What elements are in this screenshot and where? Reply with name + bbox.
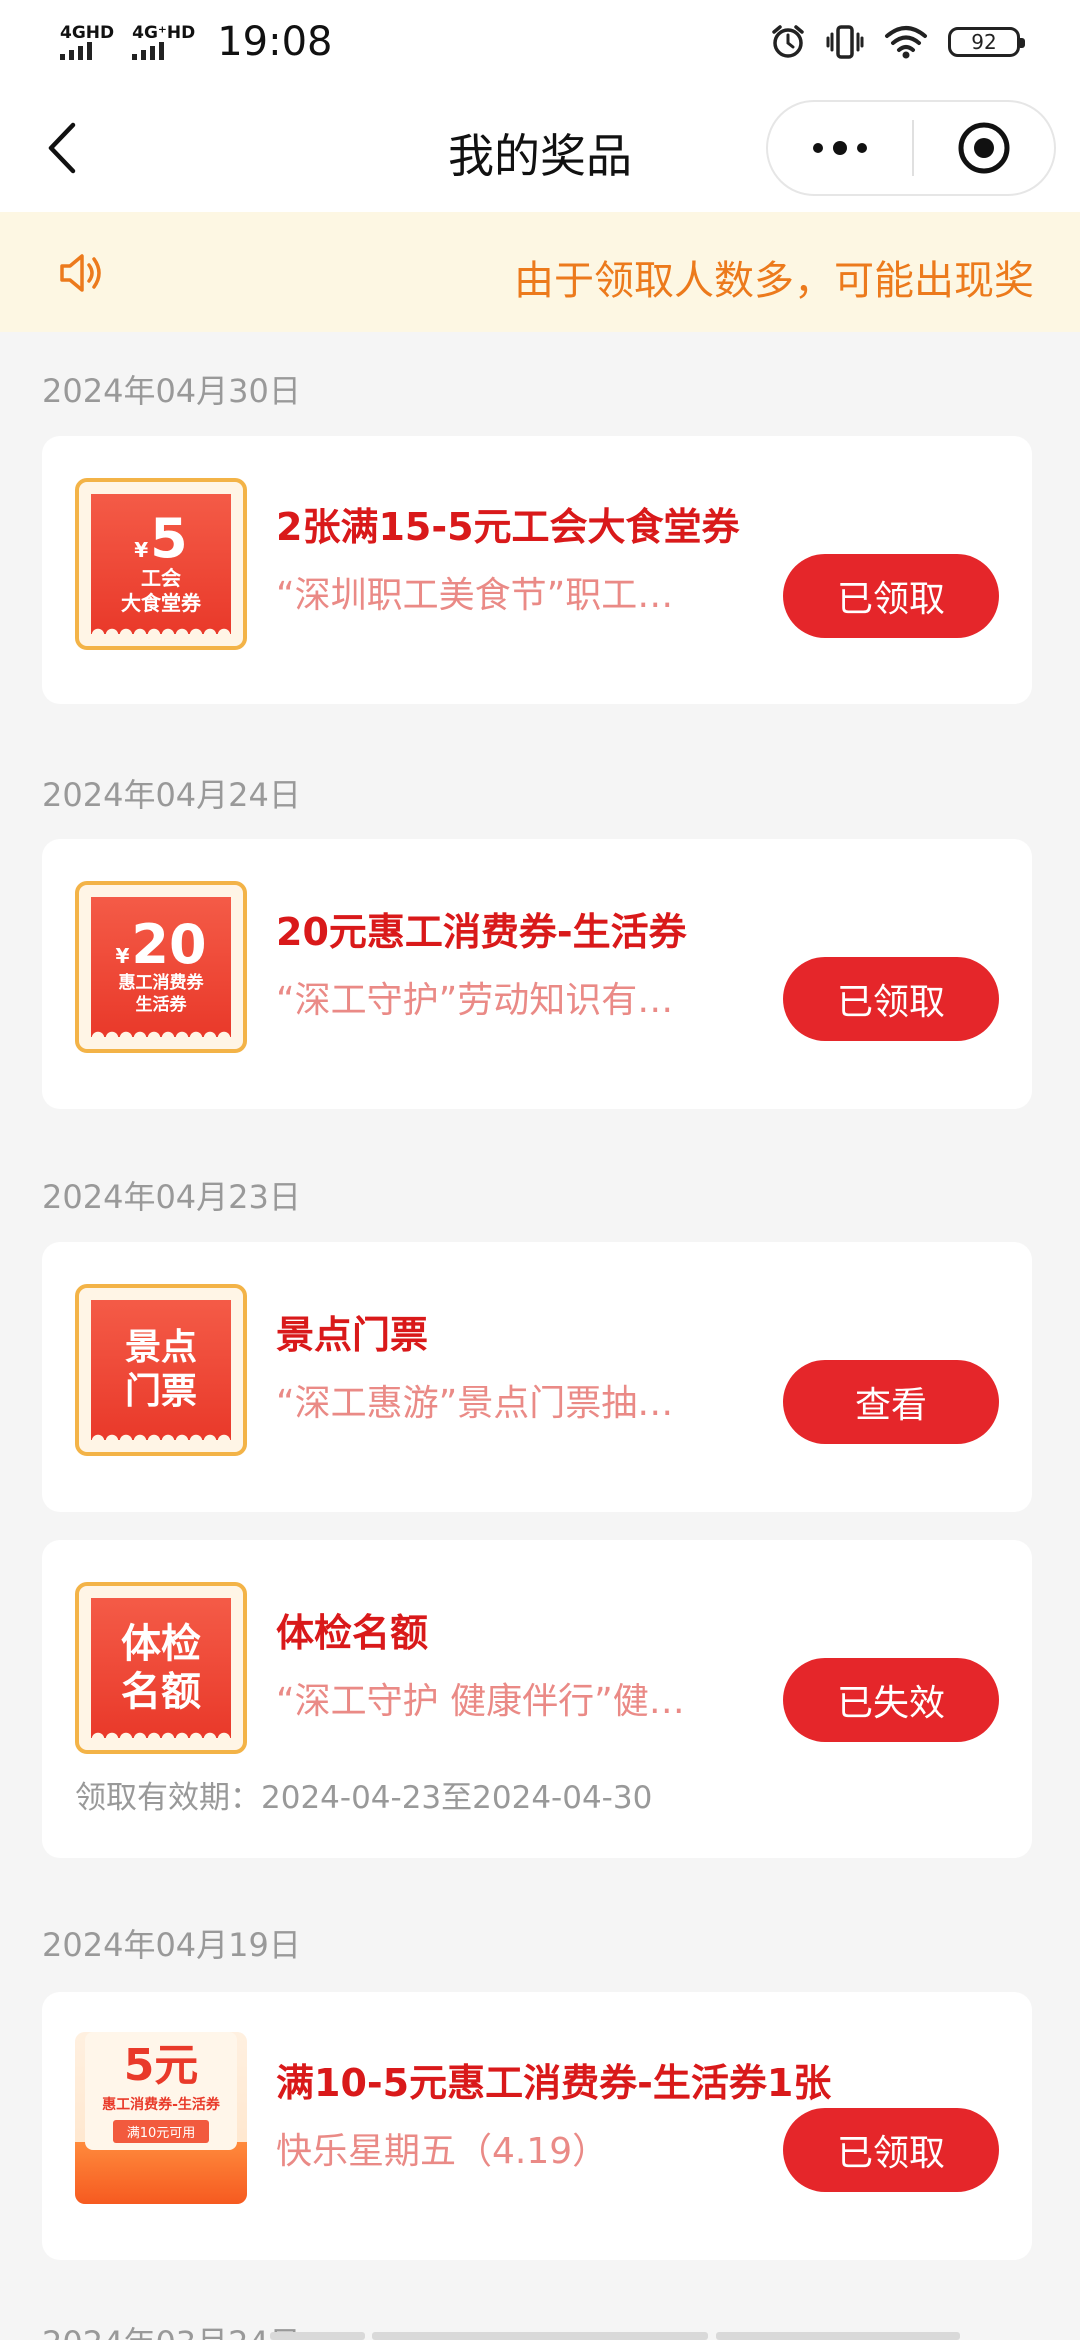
- date-label: 2024年04月19日: [42, 1926, 301, 1964]
- date-label: 2024年04月30日: [42, 372, 301, 410]
- date-label: 2024年04月24日: [42, 776, 301, 814]
- status-bar: 4GHD 4G⁺HD 19:08 92: [0, 0, 1080, 84]
- prize-card[interactable]: 景点 门票 景点门票 “深工惠游”景点门票抽… 查看: [42, 1242, 1032, 1512]
- notice-bar: 由于领取人数多，可能出现奖: [0, 212, 1080, 332]
- status-left: 4GHD 4G⁺HD 19:08: [60, 19, 333, 65]
- prize-description: 快乐星期五（4.19）: [276, 2131, 609, 2172]
- network-indicator-2: 4G⁺HD: [132, 24, 195, 60]
- coupon-base: [75, 2142, 247, 2204]
- prize-card[interactable]: ¥20 惠工消费券 生活券 20元惠工消费券-生活券 “深工守护”劳动知识有… …: [42, 839, 1032, 1109]
- vibrate-icon: [826, 25, 864, 59]
- mini-program-capsule: [766, 100, 1056, 196]
- coupon-ticket: ¥5 工会 大食堂券: [91, 494, 231, 635]
- target-close-icon: [958, 122, 1010, 174]
- ticket-badge: 景点 门票: [91, 1300, 231, 1441]
- tab-strip-segment: [270, 2332, 365, 2340]
- claimed-button[interactable]: 已领取: [783, 2108, 999, 2192]
- prize-title: 景点门票: [276, 1313, 429, 1357]
- prize-thumbnail: 体检 名额: [75, 1582, 247, 1754]
- battery-level: 92: [971, 30, 997, 54]
- date-label: 2024年04月23日: [42, 1178, 301, 1216]
- battery-icon: 92: [948, 27, 1025, 57]
- speaker-icon: [60, 254, 101, 292]
- prize-thumbnail: 景点 门票: [75, 1284, 247, 1456]
- coupon-ticket: ¥20 惠工消费券 生活券: [91, 897, 231, 1038]
- expired-button[interactable]: 已失效: [783, 1658, 999, 1742]
- prize-card[interactable]: ¥5 工会 大食堂券 2张满15-5元工会大食堂券 “深圳职工美食节”职工… 已…: [42, 436, 1032, 704]
- network-label: 4G⁺HD: [132, 23, 196, 43]
- more-dot-icon: [833, 141, 847, 155]
- view-button[interactable]: 查看: [783, 1360, 999, 1444]
- prize-thumbnail: 5元 惠工消费券-生活券 满10元可用: [75, 2032, 247, 2204]
- prize-thumbnail: ¥20 惠工消费券 生活券: [75, 881, 247, 1053]
- prize-thumbnail: ¥5 工会 大食堂券: [75, 478, 247, 650]
- prize-title: 20元惠工消费券-生活券: [276, 910, 687, 954]
- date-label-partial: 2024年03月24日: [42, 2318, 301, 2340]
- ticket-badge: 体检 名额: [91, 1598, 231, 1739]
- tab-strip-segment: [372, 2332, 708, 2340]
- notice-text: 由于领取人数多，可能出现奖: [514, 258, 1034, 304]
- prize-title: 2张满15-5元工会大食堂券: [276, 505, 740, 549]
- prize-title: 体检名额: [276, 1611, 429, 1655]
- claimed-button[interactable]: 已领取: [783, 554, 999, 638]
- network-label: 4GHD: [60, 23, 115, 43]
- coupon-image: 5元 惠工消费券-生活券 满10元可用: [75, 2032, 247, 2204]
- prize-title: 满10-5元惠工消费券-生活券1张: [276, 2061, 832, 2105]
- coupon-paper: 5元 惠工消费券-生活券 满10元可用: [85, 2032, 237, 2150]
- prize-description: “深工守护 健康伴行”健…: [276, 1681, 685, 1722]
- status-right: 92: [770, 24, 1025, 60]
- nav-bar: 我的奖品: [0, 84, 1080, 212]
- more-button[interactable]: [768, 102, 912, 194]
- alarm-icon: [772, 25, 804, 58]
- prize-description: “深工惠游”景点门票抽…: [276, 1383, 674, 1424]
- prize-description: “深圳职工美食节”职工…: [276, 575, 674, 616]
- wifi-icon: [885, 26, 927, 59]
- close-mini-program-button[interactable]: [914, 102, 1054, 194]
- prize-description: “深工守护”劳动知识有…: [276, 980, 674, 1021]
- more-dot-icon: [813, 143, 823, 153]
- signal-icon: [132, 42, 165, 60]
- more-dot-icon: [857, 143, 867, 153]
- prize-card[interactable]: 体检 名额 体检名额 “深工守护 健康伴行”健… 已失效 领取有效期：2024-…: [42, 1540, 1032, 1858]
- signal-icon: [60, 42, 92, 60]
- tab-strip-segment: [716, 2332, 960, 2340]
- validity-period: 领取有效期：2024-04-23至2024-04-30: [75, 1780, 653, 1816]
- prize-card[interactable]: 5元 惠工消费券-生活券 满10元可用 满10-5元惠工消费券-生活券1张 快乐…: [42, 1992, 1032, 2260]
- status-time: 19:08: [217, 19, 333, 65]
- network-indicator-1: 4GHD: [60, 24, 114, 60]
- claimed-button[interactable]: 已领取: [783, 957, 999, 1041]
